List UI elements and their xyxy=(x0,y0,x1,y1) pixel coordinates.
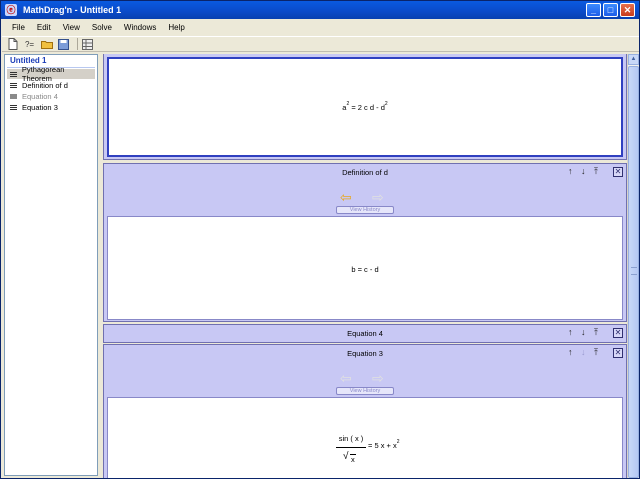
tree-item-equation-4[interactable]: Equation 4 xyxy=(7,91,95,101)
tree-title: Untitled 1 xyxy=(9,56,48,65)
move-top-icon[interactable]: ⤒ xyxy=(594,348,598,357)
fraction-bar xyxy=(336,447,366,448)
panel-title: Equation 4 xyxy=(347,329,383,338)
back-arrow-icon: ⇦ xyxy=(340,370,352,386)
expression-area[interactable]: sin ( x ) √ x = 5 x + x2 xyxy=(107,397,623,478)
tree-item-pythagorean-theorem[interactable]: Pythagorean Theorem xyxy=(7,65,95,83)
close-panel-icon[interactable]: ✕ xyxy=(613,348,623,358)
drag-handle-icon[interactable] xyxy=(10,82,17,88)
drag-handle-icon[interactable] xyxy=(10,104,17,110)
back-arrow-icon[interactable]: ⇦ xyxy=(340,190,352,204)
expression-equation-3[interactable]: sin ( x ) √ x = 5 x + x2 xyxy=(336,434,426,474)
toolbar-separator xyxy=(77,38,78,50)
move-top-icon[interactable]: ⤒ xyxy=(594,167,598,176)
tree-item-label: Definition of d xyxy=(22,80,68,90)
move-down-icon: ↓ xyxy=(581,347,586,357)
move-down-icon[interactable]: ↓ xyxy=(581,328,586,337)
panel-title: Definition of d xyxy=(342,168,388,177)
minimize-button[interactable]: _ xyxy=(586,3,601,17)
scroll-thumb[interactable] xyxy=(628,66,639,478)
panel-equation-4: Equation 4 ↑ ↓ ⤒ ✕ xyxy=(103,324,627,343)
scroll-up-button[interactable]: ▲ xyxy=(628,54,639,65)
grid-icon[interactable] xyxy=(81,38,94,50)
fraction-numerator: sin ( x ) xyxy=(338,434,364,443)
save-icon[interactable] xyxy=(57,38,70,50)
tree-item-label: Equation 4 xyxy=(22,91,58,101)
panel-equation-3: Equation 3 ↑ ↓ ⤒ ✕ ⇦ ⇨ View History sin … xyxy=(103,344,627,478)
title-bar[interactable]: ⓔ MathDrag'n - Untitled 1 _ □ ✕ xyxy=(1,1,639,19)
move-up-icon[interactable]: ↑ xyxy=(568,348,573,357)
panel-definition-of-d: Definition of d ↑ ↓ ⤒ ✕ ⇦ ⇨ View History… xyxy=(103,163,627,322)
panel-header: Definition of d ↑ ↓ ⤒ ✕ xyxy=(104,164,626,180)
menu-solve[interactable]: Solve xyxy=(86,20,118,35)
tree-item-equation-3[interactable]: Equation 3 xyxy=(7,102,95,112)
expression-pythagorean[interactable]: a2 = 2 c d - d2 xyxy=(109,101,621,112)
tree-item-label: Equation 3 xyxy=(22,102,58,112)
panel-header: Equation 4 ↑ ↓ ⤒ ✕ xyxy=(104,325,626,341)
move-up-icon[interactable]: ↑ xyxy=(568,167,573,176)
menu-bar: File Edit View Solve Windows Help xyxy=(2,20,639,35)
vertical-scrollbar[interactable]: ▲ xyxy=(627,54,639,478)
fraction-denominator: x xyxy=(350,454,356,464)
app-window: ⓔ MathDrag'n - Untitled 1 _ □ ✕ File Edi… xyxy=(0,0,640,479)
equation-tree: Pythagorean Theorem Definition of d Equa… xyxy=(7,65,95,112)
menu-edit[interactable]: Edit xyxy=(31,20,57,35)
move-down-icon[interactable]: ↓ xyxy=(581,167,586,176)
close-panel-icon[interactable]: ✕ xyxy=(613,167,623,177)
document-tree-panel: Untitled 1 Pythagorean Theorem Definitio… xyxy=(4,54,98,476)
close-panel-icon[interactable]: ✕ xyxy=(613,328,623,338)
view-history-button[interactable]: View History xyxy=(336,387,394,395)
drag-handle-icon[interactable] xyxy=(10,93,17,99)
new-document-icon[interactable] xyxy=(6,38,19,50)
panel-pythagorean-theorem: a2 = 2 c d - d2 xyxy=(103,54,627,160)
forward-arrow-icon: ⇨ xyxy=(372,370,384,386)
panel-title: Equation 3 xyxy=(347,349,383,358)
formula-icon[interactable]: ?= xyxy=(23,38,36,50)
maximize-button[interactable]: □ xyxy=(603,3,618,17)
expression-area[interactable]: a2 = 2 c d - d2 xyxy=(107,57,623,157)
drag-handle-icon[interactable] xyxy=(10,71,17,77)
menu-help[interactable]: Help xyxy=(162,20,190,35)
equation-rhs: = 5 x + x2 xyxy=(368,439,400,450)
equation-workspace: a2 = 2 c d - d2 Definition of d ↑ ↓ ⤒ ✕ … xyxy=(103,54,627,478)
expression-definition[interactable]: b = c - d xyxy=(108,265,622,274)
menu-windows[interactable]: Windows xyxy=(118,20,162,35)
view-history-button[interactable]: View History xyxy=(336,206,394,214)
forward-arrow-icon[interactable]: ⇨ xyxy=(372,190,384,204)
sqrt-icon: √ xyxy=(343,451,349,462)
toolbar: ?= xyxy=(2,36,639,52)
expression-area[interactable]: b = c - d xyxy=(107,216,623,320)
close-button[interactable]: ✕ xyxy=(620,3,635,17)
window-title: MathDrag'n - Untitled 1 xyxy=(23,5,122,15)
menu-file[interactable]: File xyxy=(6,20,31,35)
open-folder-icon[interactable] xyxy=(40,38,53,50)
scroll-grip-icon xyxy=(631,267,637,275)
menu-view[interactable]: View xyxy=(57,20,86,35)
panel-header: Equation 3 ↑ ↓ ⤒ ✕ xyxy=(104,345,626,361)
move-bottom-icon[interactable]: ⤒ xyxy=(594,328,598,337)
app-icon: ⓔ xyxy=(5,4,17,16)
move-up-icon[interactable]: ↑ xyxy=(568,328,573,337)
